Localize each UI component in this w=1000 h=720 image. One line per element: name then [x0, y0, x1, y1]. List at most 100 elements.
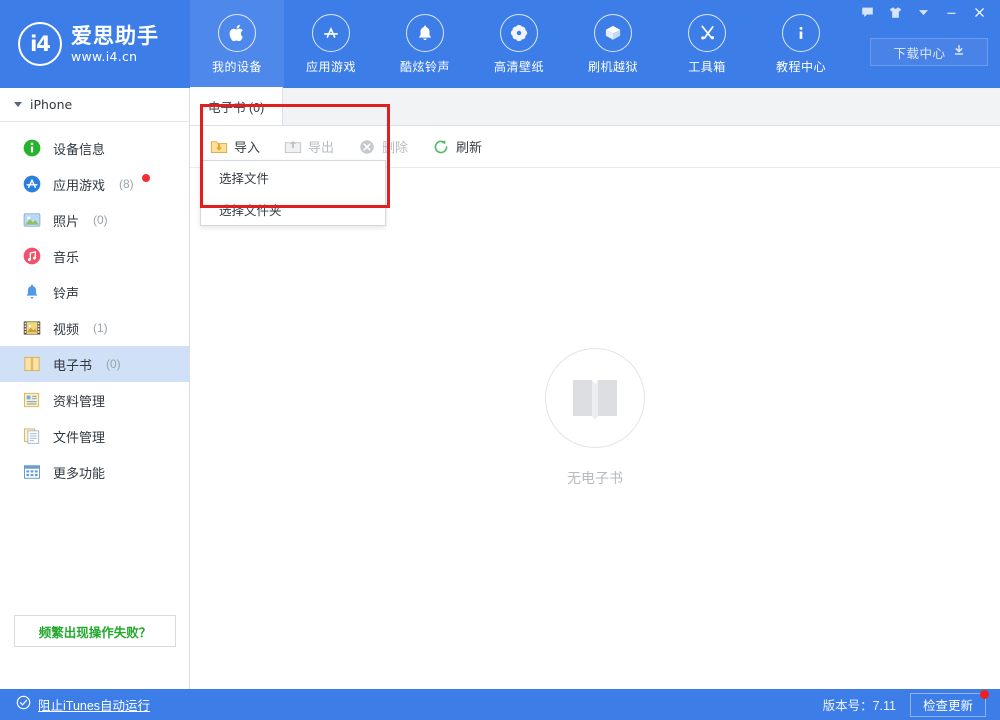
status-bar-right: 版本号：7.11 检查更新: [823, 693, 986, 717]
nav-item-toolbox[interactable]: 工具箱: [660, 0, 754, 88]
nav-item-wallpapers[interactable]: 高清壁纸: [472, 0, 566, 88]
sidebar-item-file-management[interactable]: 文件管理: [0, 418, 189, 454]
update-badge: [980, 690, 989, 699]
file-manage-icon: [22, 426, 42, 446]
chevron-down-icon[interactable]: [910, 2, 936, 22]
refresh-button[interactable]: 刷新: [430, 132, 494, 162]
import-folder-icon: [210, 138, 228, 156]
sidebar-item-more-features[interactable]: 更多功能: [0, 454, 189, 490]
refresh-icon: [432, 138, 450, 156]
photo-icon: [22, 210, 42, 230]
export-label: 导出: [308, 137, 334, 156]
sidebar-item-label: 电子书: [53, 355, 92, 374]
import-button[interactable]: 导入: [208, 132, 272, 162]
tab-ebooks[interactable]: 电子书 (0): [190, 87, 283, 125]
ringtone-bell-icon: [22, 282, 42, 302]
apple-icon: [218, 14, 256, 52]
delete-circle-icon: [358, 138, 376, 156]
menu-item-select-file[interactable]: 选择文件: [201, 161, 385, 193]
import-label: 导入: [234, 137, 260, 156]
itunes-block-toggle[interactable]: 阻止iTunes自动运行: [0, 695, 150, 715]
sidebar-item-label: 资料管理: [53, 391, 105, 410]
sidebar-item-device-info[interactable]: 设备信息: [0, 130, 189, 166]
box-icon: [594, 14, 632, 52]
appstore-icon: [312, 14, 350, 52]
sidebar-item-label: 照片: [53, 211, 79, 230]
export-button: 导出: [282, 132, 346, 162]
nav-label: 教程中心: [776, 58, 826, 75]
brand-url: www.i4.cn: [71, 49, 159, 64]
open-book-icon: [545, 348, 645, 448]
nav-item-apps-games[interactable]: 应用游戏: [284, 0, 378, 88]
skin-shirt-icon[interactable]: [882, 2, 908, 22]
brand-logo: i4 爱思助手 www.i4.cn: [0, 0, 190, 88]
menu-item-select-folder[interactable]: 选择文件夹: [201, 193, 385, 225]
minimize-icon[interactable]: [938, 2, 964, 22]
empty-state: 无电子书: [190, 168, 1000, 668]
nav-label: 酷炫铃声: [400, 58, 450, 75]
sidebar-item-label: 视频: [53, 319, 79, 338]
sidebar-item-music[interactable]: 音乐: [0, 238, 189, 274]
nav-label: 高清壁纸: [494, 58, 544, 75]
data-manage-icon: [22, 390, 42, 410]
video-film-icon: [22, 318, 42, 338]
status-bar: 阻止iTunes自动运行 版本号：7.11 检查更新: [0, 689, 1000, 720]
sidebar: iPhone 设备信息 应用游戏 (8): [0, 88, 190, 689]
sidebar-item-videos[interactable]: 视频 (1): [0, 310, 189, 346]
sidebar-item-ringtones[interactable]: 铃声: [0, 274, 189, 310]
tools-icon: [688, 14, 726, 52]
sidebar-list: 设备信息 应用游戏 (8) 照片 (: [0, 122, 189, 490]
download-icon: [953, 43, 965, 61]
sidebar-item-label: 铃声: [53, 283, 79, 302]
empty-state-text: 无电子书: [567, 468, 623, 488]
nav-item-my-device[interactable]: 我的设备: [190, 0, 284, 88]
delete-label: 删除: [382, 137, 408, 156]
sidebar-item-apps-games[interactable]: 应用游戏 (8): [0, 166, 189, 202]
info-i-icon: [782, 14, 820, 52]
sidebar-item-label: 设备信息: [53, 139, 105, 158]
device-selector[interactable]: iPhone: [0, 88, 189, 122]
nav-item-flash-jailbreak[interactable]: 刷机越狱: [566, 0, 660, 88]
import-dropdown-menu: 选择文件 选择文件夹: [200, 160, 386, 226]
download-center-button[interactable]: 下载中心: [870, 38, 988, 66]
sidebar-item-photos[interactable]: 照片 (0): [0, 202, 189, 238]
help-label: 频繁出现操作失败？: [39, 622, 152, 641]
sidebar-item-data-management[interactable]: 资料管理: [0, 382, 189, 418]
refresh-label: 刷新: [456, 137, 482, 156]
check-update-label: 检查更新: [923, 695, 973, 714]
appstore-icon: [22, 174, 42, 194]
nav-item-tutorial-center[interactable]: 教程中心: [754, 0, 848, 88]
sidebar-item-label: 音乐: [53, 247, 79, 266]
window-controls: [854, 2, 992, 22]
content-panel: 电子书 (0) 导入 导出: [190, 88, 1000, 689]
app-window: i4 爱思助手 www.i4.cn 我的设备: [0, 0, 1000, 720]
tab-label: 电子书 (0): [208, 97, 264, 116]
music-icon: [22, 246, 42, 266]
nav-label: 应用游戏: [306, 58, 356, 75]
close-icon[interactable]: [966, 2, 992, 22]
i4-logo-icon: i4: [18, 22, 62, 66]
sidebar-item-ebooks[interactable]: 电子书 (0): [0, 346, 189, 382]
sidebar-item-count: (1): [93, 321, 108, 335]
sidebar-item-count: (0): [106, 357, 121, 371]
menu-item-label: 选择文件夹: [219, 200, 282, 219]
check-update-button[interactable]: 检查更新: [910, 693, 986, 717]
nav-label: 我的设备: [212, 58, 262, 75]
help-operation-failure-button[interactable]: 频繁出现操作失败？: [14, 615, 176, 647]
sidebar-item-label: 更多功能: [53, 463, 105, 482]
main-nav: 我的设备 应用游戏 酷炫铃声: [190, 0, 848, 88]
sidebar-item-label: 应用游戏: [53, 175, 105, 194]
version-label: 版本号：7.11: [823, 695, 896, 714]
flower-icon: [500, 14, 538, 52]
message-icon[interactable]: [854, 2, 880, 22]
sidebar-item-count: (8): [119, 177, 134, 191]
delete-button: 删除: [356, 132, 420, 162]
nav-label: 工具箱: [688, 58, 726, 75]
info-circle-icon: [22, 138, 42, 158]
app-header: i4 爱思助手 www.i4.cn 我的设备: [0, 0, 1000, 88]
chevron-down-icon: [14, 102, 22, 107]
nav-item-ringtones[interactable]: 酷炫铃声: [378, 0, 472, 88]
check-circle-icon: [16, 695, 31, 715]
ebook-icon: [22, 354, 42, 374]
brand-name: 爱思助手: [71, 25, 159, 49]
